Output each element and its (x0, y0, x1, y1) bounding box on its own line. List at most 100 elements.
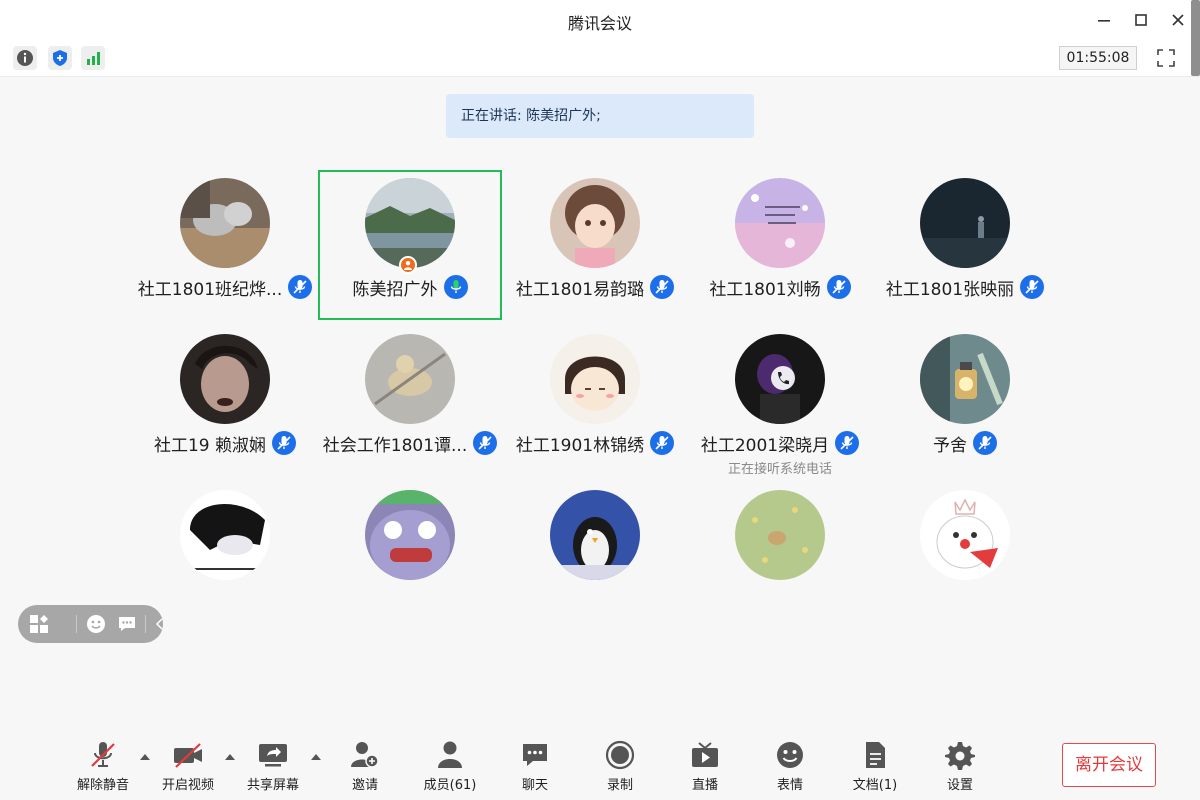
share-screen-button[interactable]: 共享屏幕 (238, 740, 308, 796)
caret-up-icon (140, 754, 150, 760)
participant-tile[interactable]: 社工1801刘畅 (688, 170, 872, 320)
share-screen-icon (259, 744, 287, 767)
info-button[interactable] (13, 46, 37, 70)
chevron-left-icon (155, 618, 163, 630)
mic-muted-icon[interactable] (973, 431, 997, 455)
layout-button[interactable] (28, 613, 50, 635)
security-button[interactable] (48, 46, 72, 70)
participant-tile[interactable]: 社工1801张映丽 (873, 170, 1057, 320)
record-button[interactable]: 录制 (585, 740, 655, 796)
camera-off-icon (174, 743, 202, 768)
caret-up-icon (225, 754, 235, 760)
avatar (365, 490, 455, 580)
fullscreen-button[interactable] (1154, 46, 1178, 70)
video-options-caret[interactable] (224, 752, 236, 762)
document-icon (866, 742, 885, 768)
participant-tile[interactable] (133, 482, 317, 582)
participant-tile[interactable] (873, 482, 1057, 582)
participant-tile[interactable]: 社会工作1801谭... (318, 326, 502, 476)
mic-muted-icon[interactable] (288, 275, 313, 299)
avatar (550, 178, 640, 268)
smiley-icon (87, 615, 105, 633)
avatar (365, 178, 455, 268)
mic-active-icon[interactable] (443, 275, 468, 299)
documents-button[interactable]: 文档(1) (840, 740, 910, 796)
bullet-chat-button[interactable] (116, 613, 138, 635)
minimize-button[interactable] (1091, 8, 1117, 32)
signal-icon (87, 52, 100, 65)
participant-name: 社工1801班纪烨... (137, 279, 283, 300)
participant-name: 社工19 赖淑娴 (153, 435, 267, 456)
info-icon (17, 50, 33, 66)
close-button[interactable] (1165, 8, 1191, 32)
fullscreen-icon (1157, 49, 1175, 67)
collapse-bar-button[interactable] (149, 613, 171, 635)
participant-name: 社工1901林锦绣 (515, 435, 645, 456)
layout-grid-icon (30, 615, 48, 633)
maximize-button[interactable] (1128, 8, 1154, 32)
live-tv-icon (692, 742, 718, 767)
members-icon (438, 741, 462, 768)
maximize-icon (1135, 14, 1147, 26)
mic-off-icon (91, 742, 115, 767)
avatar (180, 178, 270, 268)
participant-name: 社工2001梁晓月 (700, 435, 830, 456)
meeting-timer: 01:55:08 (1059, 46, 1137, 70)
minimize-icon (1098, 20, 1110, 22)
emoji-button[interactable]: 表情 (755, 740, 825, 796)
start-video-button[interactable]: 开启视频 (153, 740, 223, 796)
avatar (735, 490, 825, 580)
participant-tile[interactable]: 社工1801班纪烨... (133, 170, 317, 320)
participant-tile-active[interactable]: 陈美招广外 (318, 170, 502, 320)
share-options-caret[interactable] (310, 752, 322, 762)
mic-muted-icon[interactable] (835, 431, 860, 455)
avatar (920, 178, 1010, 268)
title-bar: 腾讯会议 (0, 0, 1200, 40)
shield-icon (53, 50, 67, 66)
mic-muted-icon[interactable] (473, 431, 498, 455)
mic-muted-icon[interactable] (826, 275, 851, 299)
close-icon (1172, 14, 1184, 26)
audio-options-caret[interactable] (139, 752, 151, 762)
leave-meeting-button[interactable]: 离开会议 (1062, 743, 1156, 787)
participant-tile[interactable]: 予舍 (873, 326, 1057, 476)
mic-muted-icon[interactable] (650, 275, 675, 299)
avatar (920, 490, 1010, 580)
participant-tile[interactable]: 社工1901林锦绣 (503, 326, 687, 476)
reaction-button[interactable] (85, 613, 107, 635)
avatar (365, 334, 455, 424)
scrollbar[interactable] (1191, 0, 1200, 76)
live-button[interactable]: 直播 (670, 740, 740, 796)
avatar (550, 490, 640, 580)
invite-button[interactable]: 邀请 (330, 740, 400, 796)
add-user-icon (351, 742, 379, 768)
avatar (920, 334, 1010, 424)
network-status-button[interactable] (81, 46, 105, 70)
participant-tile[interactable] (688, 482, 872, 582)
bottom-toolbar: 解除静音 开启视频 共享屏幕 邀请 成员(61) 聊天 录制 直播 表情 文档(… (0, 730, 1200, 800)
gear-icon (945, 742, 975, 770)
call-status-text: 正在接听系统电话 (727, 462, 832, 477)
top-toolbar: 01:55:08 (0, 40, 1200, 77)
participant-name: 社工1801刘畅 (709, 279, 821, 300)
emoji-icon (777, 742, 803, 768)
participant-tile[interactable]: 社工19 赖淑娴 (133, 326, 317, 476)
participant-tile[interactable] (318, 482, 502, 582)
mic-muted-icon[interactable] (272, 431, 297, 455)
participant-name: 予舍 (933, 435, 967, 456)
chat-button[interactable]: 聊天 (500, 740, 570, 796)
participant-tile[interactable] (503, 482, 687, 582)
avatar (550, 334, 640, 424)
chat-icon (523, 744, 547, 766)
participant-tile[interactable]: 社工1801易韵璐 (503, 170, 687, 320)
participant-name: 社会工作1801谭... (322, 435, 468, 456)
avatar (735, 334, 825, 424)
host-badge-icon (399, 256, 417, 274)
members-button[interactable]: 成员(61) (415, 740, 485, 796)
unmute-button[interactable]: 解除静音 (68, 740, 138, 796)
mic-muted-icon[interactable] (650, 431, 675, 455)
participant-tile[interactable]: 社工2001梁晓月 正在接听系统电话 (688, 326, 872, 477)
settings-button[interactable]: 设置 (925, 740, 995, 796)
mic-muted-icon[interactable] (1020, 275, 1045, 299)
window-title: 腾讯会议 (567, 14, 632, 33)
